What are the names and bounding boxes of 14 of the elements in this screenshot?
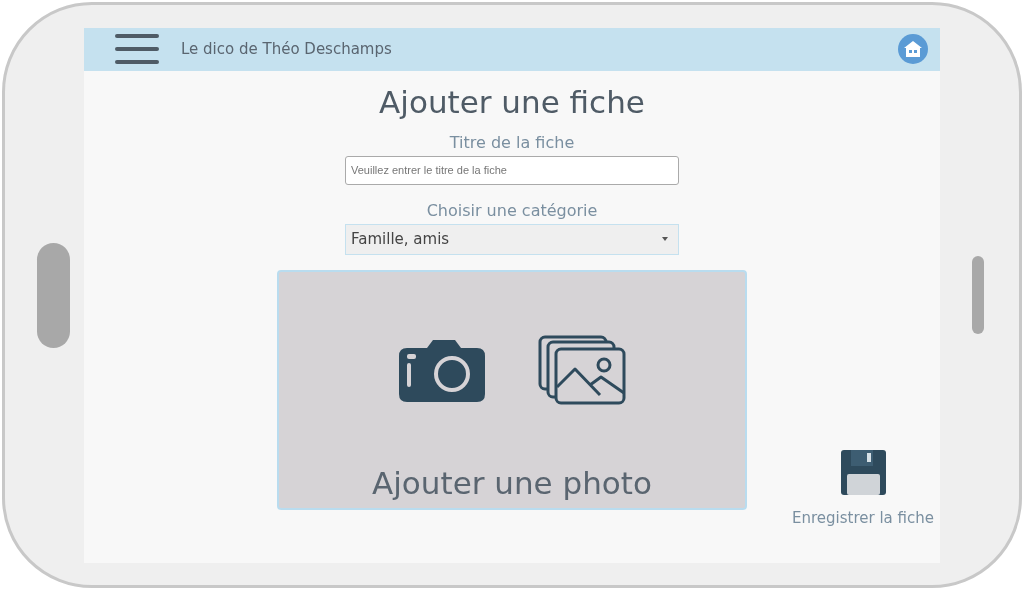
page-title: Ajouter une fiche (379, 82, 645, 122)
image-gallery-icon (537, 334, 626, 405)
title-input[interactable]: Veuillez entrer le titre de la fiche (345, 155, 679, 185)
house-icon (903, 40, 923, 58)
add-photo-area[interactable]: Ajouter une photo (277, 269, 747, 510)
field-label: Choisir une catégorie (426, 199, 598, 222)
field-label: Titre de la fiche (449, 131, 575, 154)
app-title: Le dico de Théo Deschamps (181, 38, 392, 60)
category-select[interactable]: Famille, amis (345, 223, 679, 255)
menu-button[interactable] (115, 32, 159, 66)
save-button[interactable]: Enregistrer la fiche (792, 450, 934, 530)
home-button[interactable] (898, 34, 928, 64)
camera-icon (398, 337, 485, 402)
dropdown-caret-icon (662, 237, 668, 241)
